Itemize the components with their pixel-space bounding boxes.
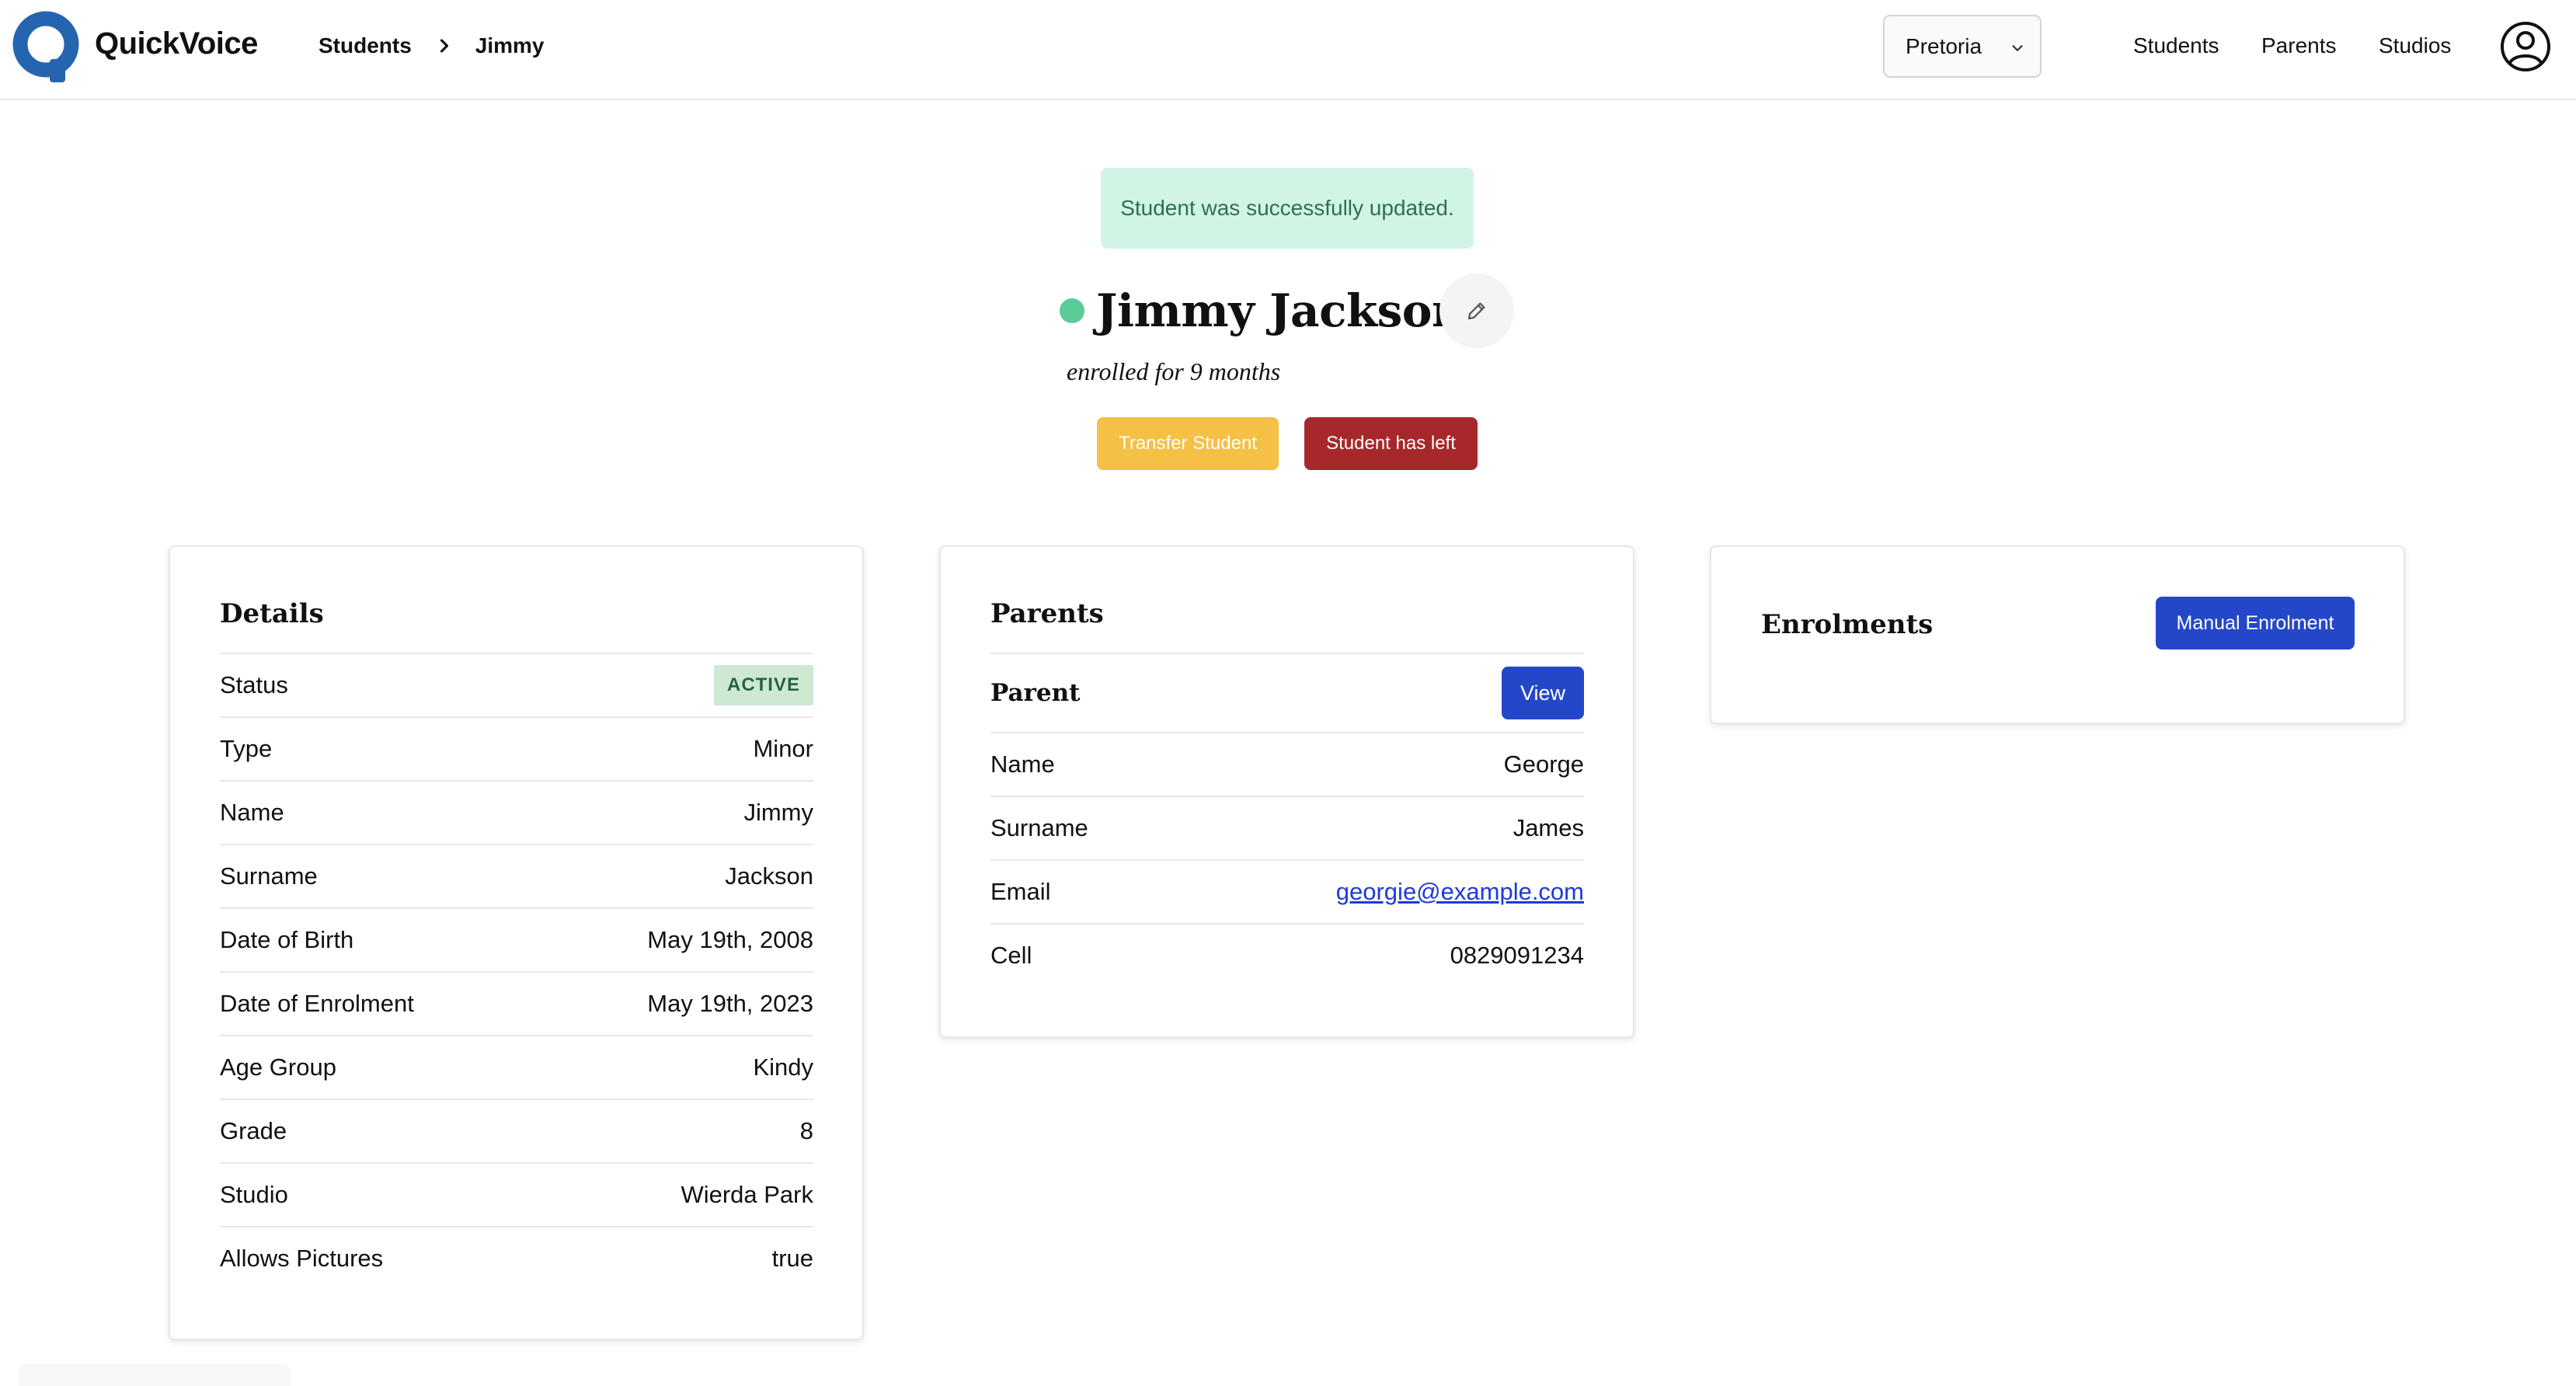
details-value: Minor (753, 735, 813, 762)
parent-email-link[interactable]: georgie@example.com (1336, 878, 1584, 906)
parent-row: Cell 0829091234 (990, 923, 1584, 987)
parent-value: 0829091234 (1450, 942, 1584, 969)
details-row: Grade 8 (220, 1099, 813, 1162)
parent-row: Surname James (990, 796, 1584, 859)
student-has-left-button[interactable]: Student has left (1304, 417, 1478, 470)
details-value: Wierda Park (681, 1181, 813, 1208)
details-row: Age Group Kindy (220, 1035, 813, 1099)
location-select-value: Pretoria (1906, 33, 1982, 58)
nav-studios[interactable]: Studios (2379, 33, 2451, 58)
details-value: Kindy (753, 1053, 813, 1081)
parent-value: James (1513, 814, 1584, 841)
location-select[interactable]: Pretoria (1883, 15, 2042, 78)
details-title: Details (220, 598, 324, 629)
success-alert-message: Student was successfully updated. (1120, 196, 1454, 220)
details-row: Type Minor (220, 716, 813, 780)
details-label: Age Group (220, 1053, 336, 1081)
edit-student-button[interactable] (1439, 273, 1514, 348)
enrolments-card: Enrolments Manual Enrolment (1710, 545, 2405, 724)
transfer-student-button[interactable]: Transfer Student (1097, 417, 1279, 470)
parent-heading: Parent (990, 679, 1081, 707)
parent-header-row: Parent View (990, 653, 1584, 732)
parents-list: Parent View Name George Surname James Em… (990, 653, 1584, 987)
breadcrumb: Students Jimmy (319, 33, 545, 58)
details-label: Surname (220, 862, 318, 890)
details-row: Date of Birth May 19th, 2008 (220, 907, 813, 971)
parent-row: Name George (990, 732, 1584, 796)
parent-label: Name (990, 750, 1055, 778)
parent-label: Email (990, 878, 1051, 905)
details-value: 8 (799, 1117, 813, 1144)
nav-parents[interactable]: Parents (2261, 33, 2337, 58)
parent-value: George (1503, 750, 1584, 778)
success-alert: Student was successfully updated. (1101, 168, 1474, 249)
student-name-heading: Jimmy Jackson (1096, 284, 1464, 337)
parent-row: Email georgie@example.com (990, 859, 1584, 923)
details-value: Jimmy (743, 799, 813, 826)
manual-enrolment-button[interactable]: Manual Enrolment (2156, 597, 2355, 649)
app-name[interactable]: QuickVoice (95, 26, 258, 61)
nav-students[interactable]: Students (2133, 33, 2219, 58)
breadcrumb-current: Jimmy (475, 33, 545, 57)
details-row: Date of Enrolment May 19th, 2023 (220, 971, 813, 1035)
details-label: Status (220, 671, 288, 698)
details-label: Allows Pictures (220, 1245, 384, 1272)
pencil-icon (1467, 302, 1485, 320)
details-label: Studio (220, 1181, 288, 1208)
chevron-down-icon (2012, 45, 2023, 51)
details-row: Name Jimmy (220, 780, 813, 844)
details-label: Date of Birth (220, 926, 354, 953)
enrolment-duration: enrolled for 9 months (1067, 357, 1281, 385)
view-parent-button[interactable]: View (1502, 667, 1584, 719)
details-value: Jackson (725, 862, 813, 890)
details-row: Allows Pictures true (220, 1226, 813, 1290)
enrolments-title: Enrolments (1761, 609, 1934, 640)
chevron-right-icon (440, 39, 448, 53)
details-label: Type (220, 735, 273, 762)
details-list: Status ACTIVE Type Minor Name Jimmy Surn… (220, 653, 813, 1290)
breadcrumb-students[interactable]: Students (319, 33, 412, 58)
quickvoice-logo-icon[interactable] (11, 9, 81, 84)
details-label: Grade (220, 1117, 287, 1144)
details-card: Details Status ACTIVE Type Minor Name Ji… (169, 545, 864, 1340)
details-value: May 19th, 2023 (647, 990, 813, 1017)
parent-label: Cell (990, 942, 1032, 969)
details-row-status: Status ACTIVE (220, 653, 813, 716)
details-label: Name (220, 799, 284, 826)
details-row: Surname Jackson (220, 844, 813, 907)
parents-title: Parents (990, 598, 1104, 629)
details-row: Studio Wierda Park (220, 1162, 813, 1226)
top-navbar: QuickVoice Students Jimmy Pretoria Stude… (0, 0, 2576, 100)
parent-label: Surname (990, 814, 1088, 841)
details-value: true (771, 1245, 813, 1272)
details-label: Date of Enrolment (220, 990, 414, 1017)
bottom-ghost-element (19, 1364, 291, 1386)
details-value: May 19th, 2008 (647, 926, 813, 953)
parents-card: Parents Parent View Name George Surname … (939, 545, 1634, 1038)
status-dot-icon (1060, 298, 1084, 323)
user-circle-icon[interactable] (2500, 21, 2551, 72)
status-badge: ACTIVE (713, 665, 813, 705)
